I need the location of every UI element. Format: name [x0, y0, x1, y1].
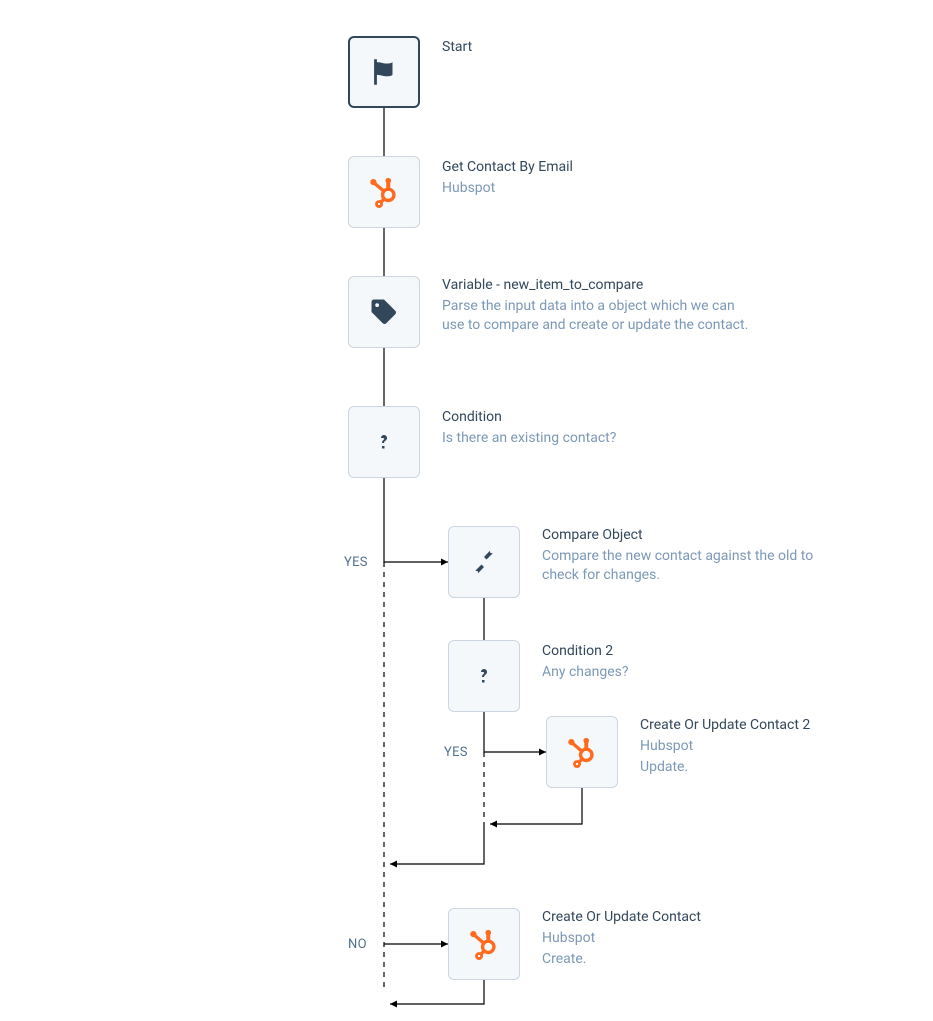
get-contact-label: Get Contact By Email Hubspot	[442, 158, 573, 198]
hubspot-icon	[565, 735, 599, 769]
compare-node[interactable]	[448, 526, 520, 598]
tag-icon	[369, 297, 399, 327]
condition2-sub: Any changes?	[542, 663, 628, 682]
start-node[interactable]	[348, 36, 420, 108]
update-contact-node[interactable]	[546, 716, 618, 788]
update-contact-label: Create Or Update Contact 2 Hubspot Updat…	[640, 716, 810, 777]
get-contact-sub: Hubspot	[442, 179, 573, 198]
condition-sub: Is there an existing contact?	[442, 429, 616, 448]
condition2-node[interactable]	[448, 640, 520, 712]
variable-title: Variable - new_item_to_compare	[442, 276, 752, 295]
compare-icon	[469, 547, 499, 577]
question-icon	[372, 425, 396, 459]
compare-sub: Compare the new contact against the old …	[542, 547, 842, 585]
create-contact-sub2: Create.	[542, 950, 701, 969]
hubspot-icon	[367, 175, 401, 209]
branch-no-label: NO	[348, 937, 367, 952]
condition-label: Condition Is there an existing contact?	[442, 408, 616, 448]
condition-title: Condition	[442, 408, 616, 427]
condition2-label: Condition 2 Any changes?	[542, 642, 628, 682]
create-contact-title: Create Or Update Contact	[542, 908, 701, 927]
condition-node[interactable]	[348, 406, 420, 478]
get-contact-title: Get Contact By Email	[442, 158, 573, 177]
branch-yes2-label: YES	[444, 745, 468, 760]
start-title: Start	[442, 38, 472, 57]
flag-icon	[367, 55, 401, 89]
update-contact-sub1: Hubspot	[640, 737, 810, 756]
get-contact-node[interactable]	[348, 156, 420, 228]
variable-sub: Parse the input data into a object which…	[442, 297, 752, 335]
create-contact-label: Create Or Update Contact Hubspot Create.	[542, 908, 701, 969]
variable-node[interactable]	[348, 276, 420, 348]
compare-title: Compare Object	[542, 526, 842, 545]
workflow-diagram: Start Get Contact By Email Hubspot Varia…	[0, 0, 933, 1021]
condition2-title: Condition 2	[542, 642, 628, 661]
branch-yes-label: YES	[344, 555, 368, 570]
update-contact-title: Create Or Update Contact 2	[640, 716, 810, 735]
hubspot-icon	[467, 927, 501, 961]
question-icon	[472, 659, 496, 693]
create-contact-sub1: Hubspot	[542, 929, 701, 948]
connector-lines	[0, 0, 933, 1021]
variable-label: Variable - new_item_to_compare Parse the…	[442, 276, 752, 335]
compare-label: Compare Object Compare the new contact a…	[542, 526, 842, 585]
start-label: Start	[442, 38, 472, 57]
create-contact-node[interactable]	[448, 908, 520, 980]
update-contact-sub2: Update.	[640, 758, 810, 777]
